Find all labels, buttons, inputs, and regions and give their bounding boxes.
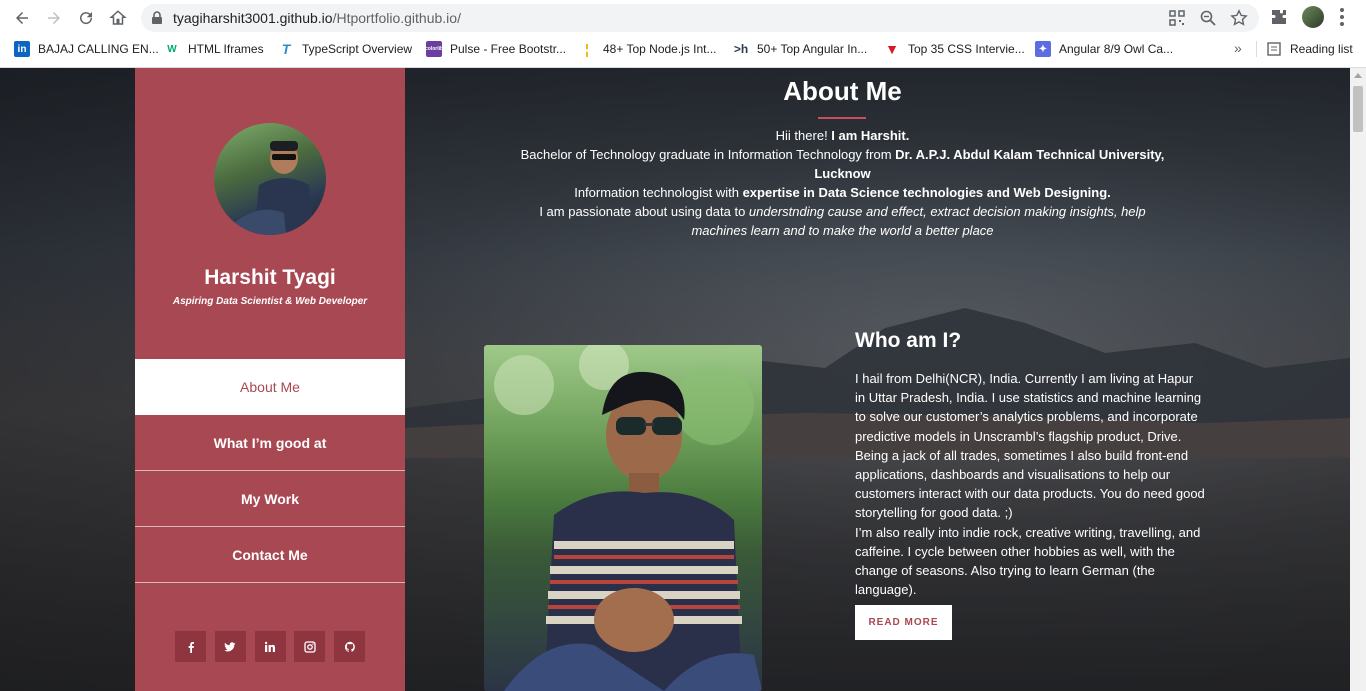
bookmarks-separator	[1256, 41, 1257, 57]
who-paragraph-1: I hail from Delhi(NCR), India. Currently…	[855, 371, 1205, 521]
bookmark-label: Pulse - Free Bootstr...	[450, 42, 567, 56]
address-bar[interactable]: tyagiharshit3001.github.io/Htportfolio.g…	[141, 4, 1259, 32]
scroll-up-arrow-icon[interactable]	[1354, 73, 1362, 78]
intro-greeting: Hii there!	[775, 128, 832, 143]
intro-passion: I am passionate about using data to	[539, 204, 749, 219]
bookmark-star-icon[interactable]	[1230, 9, 1248, 27]
reading-list-icon	[1267, 42, 1281, 56]
qr-code-icon[interactable]	[1168, 9, 1186, 27]
profile-photo	[214, 123, 326, 235]
sidebar-item-contact-me[interactable]: Contact Me	[135, 527, 405, 583]
bookmarks-overflow-button[interactable]: »	[1234, 40, 1242, 56]
bookmark-icon: ✦	[1035, 41, 1051, 57]
profile-name: Harshit Tyagi	[204, 266, 336, 289]
scrollbar-thumb[interactable]	[1353, 86, 1363, 132]
reload-icon	[80, 12, 93, 25]
who-am-i-text: I hail from Delhi(NCR), India. Currently…	[855, 369, 1205, 599]
linkedin-icon	[264, 641, 275, 652]
linkedin-button[interactable]	[254, 631, 286, 662]
instagram-button[interactable]	[294, 631, 326, 662]
section-title: About Me	[783, 76, 902, 106]
sidebar-item-about-me[interactable]: About Me	[135, 359, 405, 415]
page-scrollbar[interactable]	[1350, 68, 1366, 691]
w3schools-icon: W	[164, 41, 180, 57]
page-viewport: Harshit Tyagi Aspiring Data Scientist & …	[0, 68, 1350, 691]
instagram-icon	[304, 640, 316, 653]
home-icon	[109, 10, 127, 25]
twitter-button[interactable]	[214, 631, 246, 662]
extensions-icon[interactable]	[1270, 8, 1288, 26]
browser-chrome: tyagiharshit3001.github.io/Htportfolio.g…	[0, 0, 1366, 68]
browser-menu-button[interactable]	[1340, 8, 1344, 26]
person-photo-icon	[232, 141, 314, 235]
intro-degree: Bachelor of Technology graduate in Infor…	[520, 147, 896, 162]
social-links	[175, 631, 365, 663]
url-host: tyagiharshit3001.github.io	[173, 10, 333, 26]
forward-button[interactable]	[41, 5, 67, 31]
arrow-right-icon	[48, 12, 60, 24]
who-paragraph-2: I’m also really into indie rock, creativ…	[855, 524, 1201, 598]
bookmark-item[interactable]: colorlib Pulse - Free Bootstr...	[425, 40, 567, 58]
twitter-icon	[224, 641, 236, 651]
reading-list-label: Reading list	[1290, 42, 1353, 56]
bookmark-label: Top 35 CSS Intervie...	[908, 42, 1025, 56]
url-text: tyagiharshit3001.github.io/Htportfolio.g…	[173, 10, 461, 26]
colorlib-icon: colorlib	[425, 41, 443, 57]
who-am-i-title: Who am I?	[855, 329, 962, 352]
intro-passion-detail: understnding cause and effect, extract d…	[691, 204, 1146, 238]
bookmark-item[interactable]: ¦ 48+ Top Node.js Int...	[579, 40, 717, 58]
arrow-left-icon	[16, 12, 28, 24]
zoom-icon[interactable]	[1199, 9, 1217, 27]
reload-button[interactable]	[73, 5, 99, 31]
sidebar-item-what-im-good-at[interactable]: What I’m good at	[135, 415, 405, 471]
portrait-photo	[484, 345, 762, 691]
intro-text: Hii there! I am Harshit. Bachelor of Tec…	[520, 126, 1165, 240]
bookmark-label: Angular 8/9 Owl Ca...	[1059, 42, 1174, 56]
tutorialspoint-icon: T	[278, 41, 294, 57]
triangle-icon: ▼	[884, 41, 900, 57]
back-button[interactable]	[9, 5, 35, 31]
bookmark-label: BAJAJ CALLING EN...	[38, 42, 159, 56]
profile-tagline: Aspiring Data Scientist & Web Developer	[172, 296, 368, 307]
profile-avatar[interactable]	[1302, 6, 1324, 28]
facebook-icon	[188, 641, 194, 653]
sidebar-menu: About Me What I’m good at My Work Contac…	[135, 359, 405, 583]
bookmark-item[interactable]: ✦ Angular 8/9 Owl Ca...	[1035, 40, 1173, 58]
github-button[interactable]	[334, 631, 365, 662]
bookmark-item[interactable]: in BAJAJ CALLING EN...	[14, 40, 159, 58]
intro-name: I am Harshit.	[831, 128, 910, 143]
bookmark-item[interactable]: W HTML Iframes	[164, 40, 264, 58]
linkedin-icon: in	[14, 41, 30, 57]
bookmark-item[interactable]: ▼ Top 35 CSS Intervie...	[884, 40, 1025, 58]
lock-icon	[152, 11, 162, 24]
sidebar-item-my-work[interactable]: My Work	[135, 471, 405, 527]
url-path: /Htportfolio.github.io/	[332, 10, 461, 26]
github-icon	[344, 641, 355, 652]
person-photo-icon	[494, 345, 762, 691]
read-more-button[interactable]: READ MORE	[855, 605, 952, 640]
browser-toolbar: tyagiharshit3001.github.io/Htportfolio.g…	[0, 0, 1366, 35]
facebook-button[interactable]	[175, 631, 206, 662]
home-button[interactable]	[105, 5, 131, 31]
bookmark-item[interactable]: T TypeScript Overview	[278, 40, 412, 58]
bookmark-icon: ¦	[579, 41, 595, 57]
title-underline	[818, 117, 866, 119]
bookmark-label: 50+ Top Angular In...	[757, 42, 868, 56]
sidebar: Harshit Tyagi Aspiring Data Scientist & …	[135, 68, 405, 691]
intro-expertise: expertise in Data Science technologies a…	[742, 185, 1111, 200]
bookmark-label: HTML Iframes	[188, 42, 264, 56]
bookmark-item[interactable]: >h 50+ Top Angular In...	[733, 40, 867, 58]
bookmarks-bar: in BAJAJ CALLING EN... W HTML Iframes T Typ…	[0, 37, 1366, 61]
bookmark-label: TypeScript Overview	[302, 42, 413, 56]
reading-list-button[interactable]: Reading list	[1266, 40, 1353, 58]
bookmark-label: 48+ Top Node.js Int...	[603, 42, 717, 56]
intro-role: Information technologist with	[574, 185, 743, 200]
hashnode-icon: >h	[733, 41, 749, 57]
